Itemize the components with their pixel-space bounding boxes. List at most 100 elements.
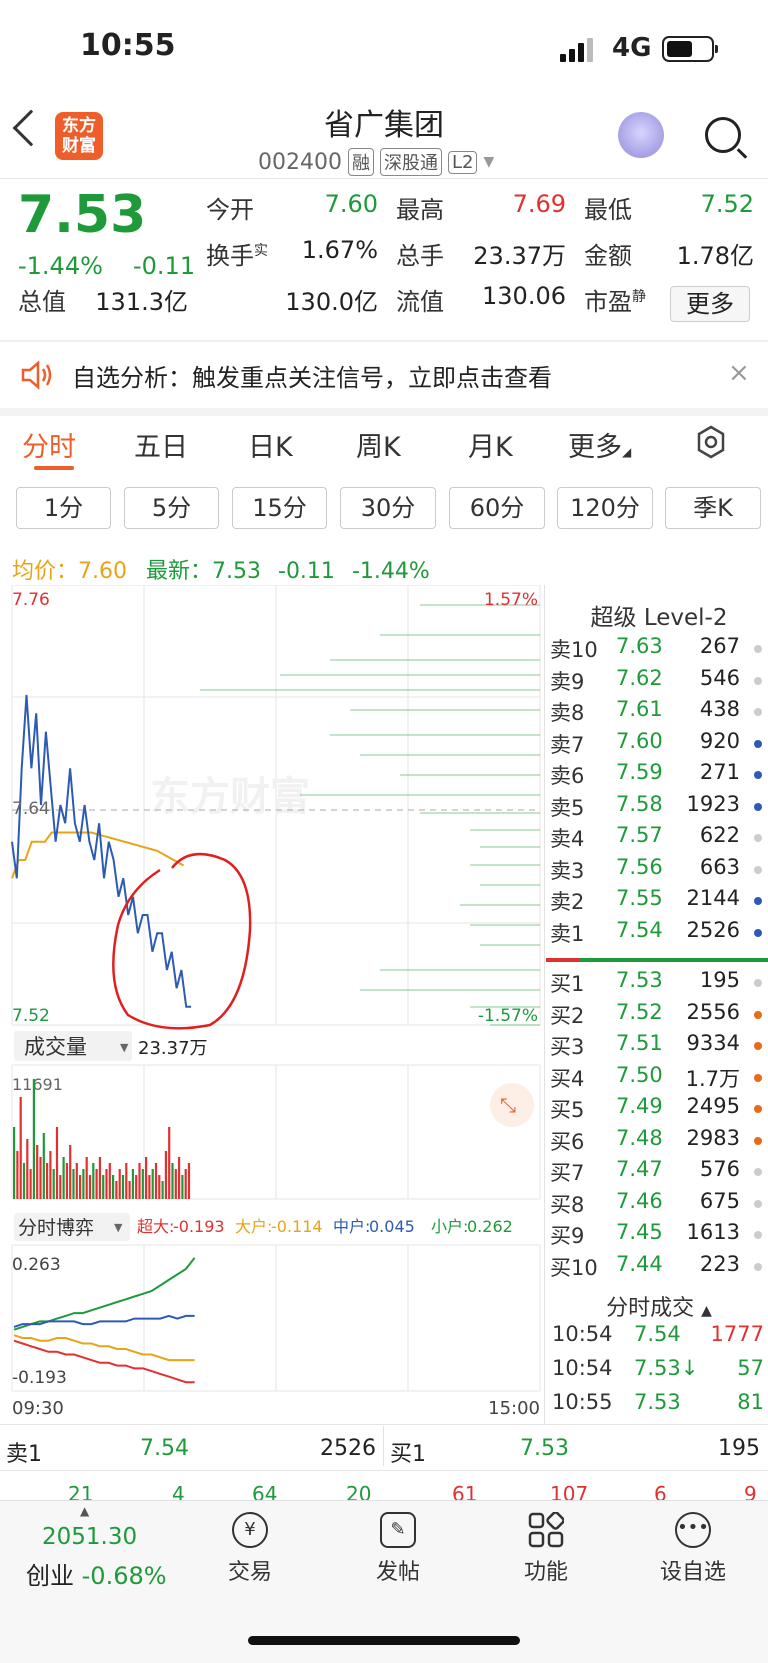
ask-row[interactable]: 卖5 7.58 1923	[548, 792, 768, 822]
volume-bar	[22, 1163, 26, 1199]
game-legend-item: 中户:	[333, 1217, 370, 1236]
ask-price: 7.63	[616, 634, 663, 658]
volume-bar	[171, 1163, 174, 1199]
bid-row[interactable]: 买8 7.46 675	[548, 1189, 768, 1219]
trade-row: 10:54 7.53↓ 57	[552, 1356, 764, 1388]
bid-row[interactable]: 买4 7.50 1.7万	[548, 1063, 768, 1093]
volume-total: 23.37万	[138, 1038, 208, 1059]
bid-label: 买4	[550, 1066, 585, 1091]
caret-up-icon: ▲	[80, 1504, 90, 1518]
search-icon[interactable]	[705, 117, 741, 153]
volume-bar	[184, 1169, 187, 1199]
seg-quarter-k[interactable]: 季K	[665, 487, 761, 529]
tab-five-day[interactable]: 五日	[134, 425, 188, 464]
chevron-down-icon: ▼	[114, 1221, 123, 1234]
trade-price: 7.54	[634, 1322, 681, 1346]
ask-row[interactable]: 卖4 7.57 622	[548, 823, 768, 853]
tab-post[interactable]: ✎ 发帖	[343, 1512, 453, 1586]
bid-dot	[754, 1010, 762, 1019]
more-button[interactable]: 更多	[670, 286, 750, 322]
chart-info-line: 均价：7.60 最新：7.53 -0.11 -1.44%	[12, 553, 430, 585]
seg-15min[interactable]: 15分	[232, 487, 327, 529]
tab-daily-k[interactable]: 日K	[248, 425, 293, 464]
tab-add-watchlist[interactable]: ••• 设自选	[638, 1512, 748, 1586]
volume-bar	[125, 1163, 128, 1199]
game-top-label: 0.263	[12, 1255, 61, 1275]
ask-price: 7.58	[616, 791, 663, 816]
quote-value: 1.67%	[301, 236, 378, 264]
trade-yuan-icon: ¥	[232, 1512, 268, 1548]
chart-grid	[11, 585, 541, 1392]
quote-label: 总手	[396, 242, 444, 270]
ask-label: 卖5	[550, 795, 585, 820]
latest-value: 7.53	[212, 559, 261, 584]
hand-drawn-circle	[112, 852, 252, 1030]
seg-120min[interactable]: 120分	[557, 487, 653, 529]
bid-price: 7.48	[616, 1125, 663, 1150]
robot-avatar-icon[interactable]	[618, 112, 664, 158]
ask-row[interactable]: 卖8 7.61 438	[548, 697, 768, 727]
quote-value: 7.60	[324, 190, 378, 218]
tab-intraday[interactable]: 分时	[22, 425, 76, 464]
index-name: 创业	[26, 1562, 74, 1590]
latest-pct: -1.44%	[351, 559, 430, 584]
volume-bar	[79, 1175, 82, 1199]
close-icon[interactable]: ×	[728, 358, 750, 388]
ask-label: 卖6	[550, 764, 585, 788]
trade-price: 7.53	[634, 1390, 681, 1414]
bid-row[interactable]: 买1 7.53 195	[548, 968, 768, 998]
time-start-label: 09:30	[12, 1398, 64, 1419]
volume-bar	[59, 1175, 62, 1199]
volume-bar	[85, 1157, 88, 1199]
bid-row[interactable]: 买3 7.51 9334	[548, 1031, 768, 1061]
notice-text[interactable]: 自选分析：触发重点关注信号，立即点击查看	[72, 358, 552, 393]
ask-row[interactable]: 卖1 7.54 2526	[548, 918, 768, 948]
stock-code: 002400	[258, 149, 342, 175]
intraday-chart[interactable]: 东方财富 7.76 7.64 7.52 1.57% -1.57% 成交量 ▼ 2…	[0, 585, 546, 1425]
seg-5min[interactable]: 5分	[124, 487, 219, 529]
ask-row[interactable]: 卖6 7.59 271	[548, 760, 768, 790]
bid-price: 7.49	[616, 1094, 663, 1118]
ask-row[interactable]: 卖2 7.55 2144	[548, 886, 768, 916]
tab-post-label: 发帖	[375, 1560, 420, 1585]
tab-weekly-k[interactable]: 周K	[356, 425, 401, 464]
y-mid-label: 7.64	[12, 799, 50, 819]
ask-row[interactable]: 卖9 7.62 546	[548, 666, 768, 696]
ask-row[interactable]: 卖7 7.60 920	[548, 729, 768, 759]
seg-60min[interactable]: 60分	[449, 487, 545, 529]
volume-bar	[164, 1151, 167, 1199]
index-value[interactable]: 2051.30	[42, 1524, 137, 1550]
gear-icon[interactable]	[694, 425, 728, 459]
tab-functions[interactable]: 功能	[491, 1511, 601, 1586]
bid-row[interactable]: 买10 7.44 223	[548, 1252, 768, 1282]
seg-1min[interactable]: 1分	[16, 487, 111, 529]
bid-row[interactable]: 买6 7.48 2983	[548, 1126, 768, 1156]
trades-title[interactable]: 分时成交 ▲	[550, 1290, 768, 1322]
signal-icon	[560, 38, 593, 62]
game-legend-item: 大户:	[235, 1217, 272, 1236]
tab-monthly-k[interactable]: 月K	[468, 425, 513, 464]
volume-bar	[128, 1181, 131, 1199]
bid-dot	[754, 1042, 762, 1050]
tab-trade[interactable]: ¥ 交易	[195, 1512, 305, 1586]
bid-row[interactable]: 买9 7.45 1613	[548, 1220, 768, 1250]
stock-code-row[interactable]: 002400 融 深股通 L2 ▼	[258, 148, 494, 176]
bid-row[interactable]: 买5 7.49 2495	[548, 1094, 768, 1124]
bid-row[interactable]: 买7 7.47 576	[548, 1157, 768, 1187]
price-line	[11, 694, 192, 1008]
volume-bar	[32, 1079, 35, 1199]
volume-bar	[145, 1157, 148, 1199]
tab-more[interactable]: 更多◢	[568, 425, 631, 464]
network-label: 4G	[612, 33, 652, 63]
ask-row[interactable]: 卖3 7.56 663	[548, 855, 768, 885]
bid-volume: 675	[699, 1188, 740, 1213]
latest-change: -0.11	[278, 559, 335, 584]
index-row[interactable]: 创业 -0.68%	[26, 1556, 167, 1591]
home-indicator	[248, 1636, 520, 1645]
quote-label: 最高	[396, 196, 444, 224]
ask-dot	[754, 771, 762, 779]
volume-bar	[168, 1127, 171, 1199]
seg-30min[interactable]: 30分	[340, 487, 436, 529]
ask-row[interactable]: 卖10 7.63 267	[548, 634, 768, 664]
bid-row[interactable]: 买2 7.52 2556	[548, 1000, 768, 1030]
